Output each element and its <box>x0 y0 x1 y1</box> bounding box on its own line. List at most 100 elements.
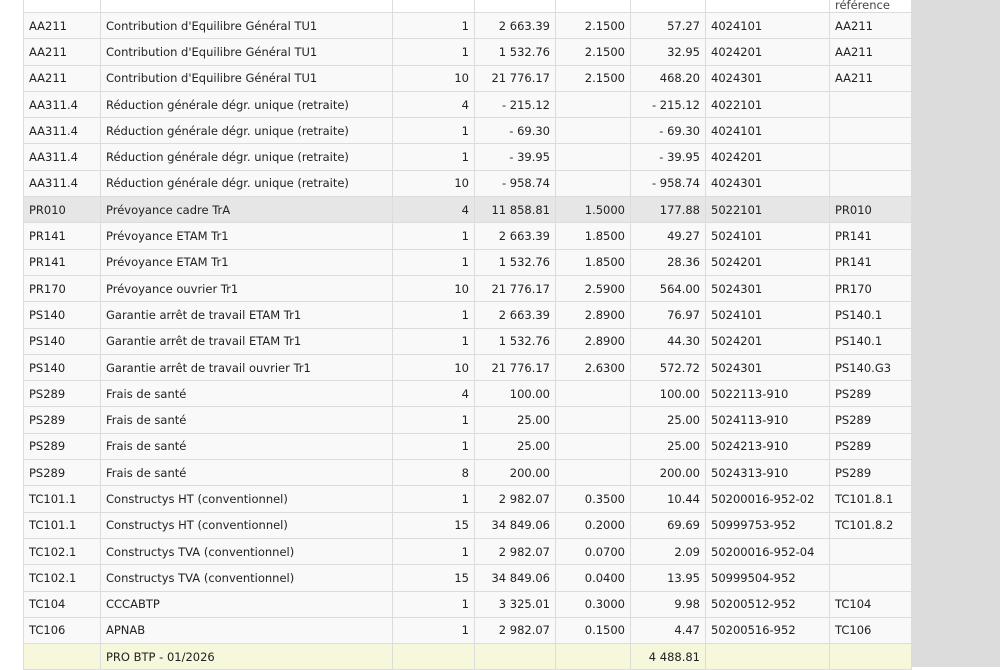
table-row[interactable]: AA311.4 Réduction générale dégr. unique (… <box>23 143 912 171</box>
cell-label: Garantie arrêt de travail ETAM Tr1 <box>100 327 393 355</box>
cell-label: CCCABTP <box>100 590 393 618</box>
cell-amount: 468.20 <box>630 64 706 92</box>
table-row[interactable]: AA311.4 Réduction générale dégr. unique (… <box>23 90 912 119</box>
cell-code: PS289 <box>23 459 101 487</box>
cell-label: Prévoyance ETAM Tr1 <box>100 248 393 276</box>
cell-account: 4024101 <box>705 11 830 40</box>
table-row[interactable]: AA311.4 Réduction générale dégr. unique (… <box>23 169 912 198</box>
table-row[interactable]: TC101.1 Constructys HT (conventionnel) 15 3… <box>23 511 912 539</box>
cell-label: Constructys HT (conventionnel) <box>100 511 393 539</box>
cell-label: Réduction générale dégr. unique (retrait… <box>100 169 393 198</box>
cell-label: Frais de santé <box>100 380 393 408</box>
cell-reference <box>829 117 912 145</box>
cell-code: TC106 <box>23 616 101 645</box>
cell-reference: PS289 <box>829 406 912 434</box>
header-reference[interactable]: référence <box>829 0 912 13</box>
table-row[interactable]: PR170 Prévoyance ouvrier Tr1 10 21 776.17 2.… <box>23 274 912 303</box>
cell-rate <box>555 432 631 461</box>
table-row[interactable]: PR010 Prévoyance cadre TrA 4 11 858.81 1.500… <box>23 196 912 224</box>
table-row[interactable]: PS289 Frais de santé 8 200.00 200.00 5024313-… <box>23 459 912 487</box>
cell-quantity: 4 <box>392 90 475 119</box>
cell-code: PR170 <box>23 274 101 303</box>
cell-account: 5022113-910 <box>705 380 830 408</box>
cell-account: 50200016-952-04 <box>705 537 830 566</box>
table-row[interactable]: AA211 Contribution d'Equilibre Général TU… <box>23 38 912 66</box>
cell-rate: 1.8500 <box>555 248 631 276</box>
cell-base: 200.00 <box>474 459 556 487</box>
table-row[interactable]: PS140 Garantie arrêt de travail ETAM Tr1 1… <box>23 327 912 355</box>
cell-reference: TC101.8.2 <box>829 511 912 539</box>
cell-amount: 69.69 <box>630 511 706 539</box>
cell-amount: - 215.12 <box>630 90 706 119</box>
cell-label: Contribution d'Equilibre Général TU1 <box>100 64 393 92</box>
table-row[interactable]: TC102.1 Constructys TVA (conventionnel) 1 2… <box>23 537 912 566</box>
cell-label: Constructys TVA (conventionnel) <box>100 537 393 566</box>
cell-amount: 13.95 <box>630 564 706 592</box>
cell-rate: 2.8900 <box>555 327 631 355</box>
table-row[interactable]: PS289 Frais de santé 4 100.00 100.00 5022113-… <box>23 380 912 408</box>
table-row[interactable]: PS289 Frais de santé 1 25.00 25.00 5024113-91… <box>23 406 912 434</box>
cell-reference <box>829 564 912 592</box>
cell-rate <box>555 90 631 119</box>
cell-base: 100.00 <box>474 380 556 408</box>
cell-amount: - 39.95 <box>630 143 706 171</box>
header-row: référence <box>23 0 912 13</box>
cell-account: 4024301 <box>705 169 830 198</box>
cell-base: - 958.74 <box>474 169 556 198</box>
total-empty-cell <box>23 643 101 670</box>
table-row[interactable]: TC106 APNAB 1 2 982.07 0.1500 4.47 50200516-95… <box>23 616 912 645</box>
table-row[interactable]: PS140 Garantie arrêt de travail ouvrier T… <box>23 353 912 382</box>
cell-rate: 1.8500 <box>555 222 631 250</box>
table-row[interactable]: AA211 Contribution d'Equilibre Général TU… <box>23 11 912 40</box>
cell-account: 5024101 <box>705 301 830 329</box>
cell-amount: 32.95 <box>630 38 706 66</box>
cell-code: AA211 <box>23 38 101 66</box>
cell-base: 2 982.07 <box>474 537 556 566</box>
cell-base: 11 858.81 <box>474 196 556 224</box>
cell-account: 4024301 <box>705 64 830 92</box>
cell-account: 5024201 <box>705 327 830 355</box>
total-row: PRO BTP - 01/2026 4 488.81 <box>23 643 912 670</box>
cell-reference <box>829 169 912 198</box>
cell-amount: 76.97 <box>630 301 706 329</box>
cell-amount: 57.27 <box>630 11 706 40</box>
table-row[interactable]: TC101.1 Constructys HT (conventionnel) 1 2 … <box>23 485 912 513</box>
cell-code: AA311.4 <box>23 90 101 119</box>
table-row[interactable]: TC102.1 Constructys TVA (conventionnel) 15… <box>23 564 912 592</box>
table-row[interactable]: PR141 Prévoyance ETAM Tr1 1 2 663.39 1.8500 4… <box>23 222 912 250</box>
table-row[interactable]: TC104 CCCABTP 1 3 325.01 0.3000 9.98 50200512-… <box>23 590 912 618</box>
cell-base: 25.00 <box>474 432 556 461</box>
cell-rate <box>555 380 631 408</box>
cell-account: 5024113-910 <box>705 406 830 434</box>
cell-reference: PS289 <box>829 432 912 461</box>
cell-reference: AA211 <box>829 64 912 92</box>
cell-base: 2 982.07 <box>474 485 556 513</box>
cell-label: Contribution d'Equilibre Général TU1 <box>100 38 393 66</box>
cell-account: 4022101 <box>705 90 830 119</box>
cell-quantity: 10 <box>392 353 475 382</box>
cell-code: TC101.1 <box>23 511 101 539</box>
cell-rate <box>555 169 631 198</box>
cell-label: Réduction générale dégr. unique (retrait… <box>100 117 393 145</box>
cell-reference: PR141 <box>829 222 912 250</box>
cell-code: TC101.1 <box>23 485 101 513</box>
cell-label: Frais de santé <box>100 406 393 434</box>
cell-reference: PR010 <box>829 196 912 224</box>
table-row[interactable]: PS289 Frais de santé 1 25.00 25.00 5024213-91… <box>23 432 912 461</box>
cell-code: PS289 <box>23 432 101 461</box>
cell-quantity: 10 <box>392 64 475 92</box>
cell-base: 34 849.06 <box>474 511 556 539</box>
cell-account: 50999504-952 <box>705 564 830 592</box>
cell-quantity: 1 <box>392 406 475 434</box>
table-row[interactable]: PR141 Prévoyance ETAM Tr1 1 1 532.76 1.8500 2… <box>23 248 912 276</box>
table-row[interactable]: AA311.4 Réduction générale dégr. unique (… <box>23 117 912 145</box>
cell-amount: 25.00 <box>630 432 706 461</box>
cell-quantity: 1 <box>392 222 475 250</box>
cell-amount: - 958.74 <box>630 169 706 198</box>
cell-amount: 28.36 <box>630 248 706 276</box>
cell-rate: 0.0700 <box>555 537 631 566</box>
cell-rate: 0.3000 <box>555 590 631 618</box>
table-row[interactable]: PS140 Garantie arrêt de travail ETAM Tr1 1… <box>23 301 912 329</box>
cell-account: 5022101 <box>705 196 830 224</box>
table-row[interactable]: AA211 Contribution d'Equilibre Général TU… <box>23 64 912 92</box>
